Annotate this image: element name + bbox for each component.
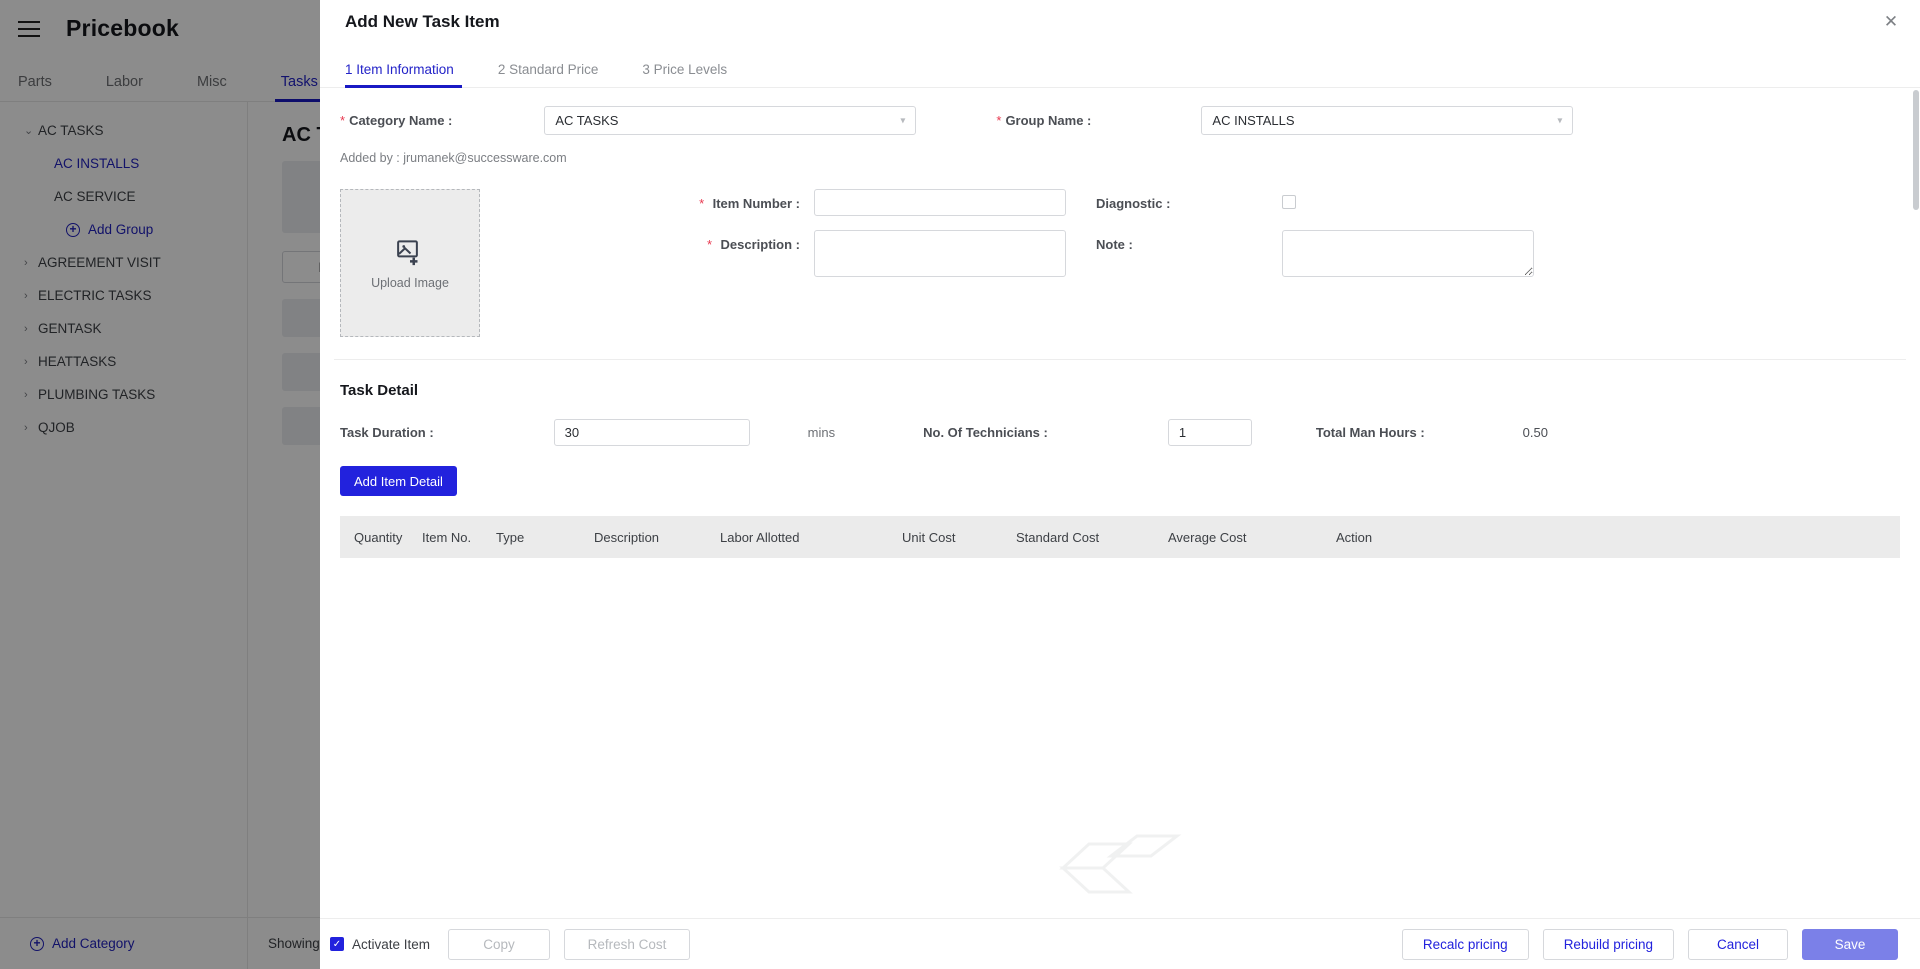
item-detail-table-header: Quantity Item No. Type Description Labor…	[340, 516, 1900, 558]
upload-image-dropzone[interactable]: Upload Image	[340, 189, 480, 337]
task-duration-label: Task Duration :	[340, 425, 434, 440]
copy-button[interactable]: Copy	[448, 928, 551, 960]
column-standard-cost: Standard Cost	[1016, 529, 1100, 545]
step-price-levels[interactable]: 3 Price Levels	[642, 62, 727, 87]
column-unit-cost: Unit Cost	[902, 529, 956, 545]
technicians-label: No. Of Technicians :	[923, 425, 1048, 440]
watermark-logo	[1059, 834, 1182, 894]
activate-item-checkbox[interactable]: ✓	[330, 937, 344, 951]
column-item-no: Item No.	[422, 529, 472, 545]
group-name-value: AC INSTALLS	[1212, 113, 1295, 128]
required-marker: *	[699, 196, 705, 211]
modal-scrollbar[interactable]	[1911, 88, 1920, 918]
category-name-value: AC TASKS	[555, 113, 619, 128]
modal-title: Add New Task Item	[345, 12, 500, 31]
category-name-select[interactable]: AC TASKS ▾	[544, 106, 917, 135]
diagnostic-wrap: Diagnostic :	[1082, 189, 1296, 213]
column-quantity: Quantity	[354, 529, 403, 545]
recalc-pricing-button[interactable]: Recalc pricing	[1401, 928, 1529, 960]
description-label: Description :	[720, 237, 800, 252]
save-button[interactable]: Save	[1802, 928, 1898, 960]
item-number-label-wrap: * Item Number :	[604, 189, 814, 213]
modal-body: * Category Name : AC TASKS ▾ * Group Nam…	[320, 88, 1920, 918]
column-average-cost: Average Cost	[1168, 529, 1247, 545]
modal-footer: ✓ Activate Item Copy Refresh Cost Recalc…	[320, 918, 1920, 969]
item-info-section: Upload Image * Item Number : Diagnostic …	[334, 189, 1906, 337]
modal-header: Add New Task Item ✕	[320, 0, 1920, 44]
added-by-text: Added by : jrumanek@successware.com	[340, 151, 567, 165]
refresh-cost-button[interactable]: Refresh Cost	[564, 928, 691, 960]
group-name-label: Group Name :	[1005, 113, 1092, 128]
note-input[interactable]	[1282, 230, 1534, 277]
activate-item-label: Activate Item	[352, 936, 431, 952]
description-input[interactable]	[814, 230, 1066, 277]
add-new-task-item-dialog: Add New Task Item ✕ 1 Item Information 2…	[320, 0, 1920, 969]
column-labor-allotted: Labor Allotted	[720, 529, 800, 545]
group-name-select[interactable]: AC INSTALLS ▾	[1201, 106, 1574, 135]
scrollbar-thumb[interactable]	[1913, 90, 1919, 210]
required-marker: *	[340, 113, 346, 128]
close-icon[interactable]: ✕	[1882, 13, 1900, 31]
rebuild-pricing-button[interactable]: Rebuild pricing	[1542, 928, 1674, 960]
column-type: Type	[496, 529, 525, 545]
chevron-down-icon: ▾	[900, 115, 906, 126]
add-item-detail-button[interactable]: Add Item Detail	[340, 466, 457, 496]
total-man-hours-label: Total Man Hours :	[1315, 425, 1425, 440]
diagnostic-label: Diagnostic :	[1096, 196, 1171, 211]
task-duration-input[interactable]	[553, 419, 750, 446]
task-detail-heading: Task Detail	[340, 382, 419, 399]
required-marker: *	[996, 113, 1002, 128]
cancel-button[interactable]: Cancel	[1688, 928, 1788, 960]
upload-image-label: Upload Image	[371, 275, 449, 290]
technicians-input[interactable]	[1167, 419, 1252, 446]
duration-unit-label: mins	[807, 425, 836, 440]
image-upload-icon	[397, 239, 418, 265]
category-name-label: Category Name :	[349, 113, 453, 128]
required-marker: *	[707, 237, 713, 252]
column-description: Description	[594, 529, 660, 545]
section-divider	[334, 359, 1906, 360]
item-number-row: * Item Number : Diagnostic :	[604, 189, 1534, 216]
total-man-hours-value: 0.50	[1522, 425, 1548, 440]
column-action: Action	[1336, 529, 1373, 545]
note-label: Note :	[1096, 237, 1133, 252]
description-label-wrap: * Description :	[604, 230, 814, 254]
category-group-row: * Category Name : AC TASKS ▾ * Group Nam…	[334, 106, 1906, 135]
note-wrap: Note :	[1082, 230, 1534, 277]
step-tabs: 1 Item Information 2 Standard Price 3 Pr…	[320, 44, 1920, 88]
item-number-label: Item Number :	[712, 196, 800, 211]
task-detail-row: Task Duration : mins No. Of Technicians …	[334, 419, 1906, 446]
item-number-input[interactable]	[814, 189, 1066, 216]
diagnostic-checkbox[interactable]	[1282, 195, 1296, 209]
description-row: * Description : Note :	[604, 230, 1534, 277]
step-standard-price[interactable]: 2 Standard Price	[498, 62, 599, 87]
chevron-down-icon: ▾	[1557, 115, 1563, 126]
step-item-information[interactable]: 1 Item Information	[345, 62, 462, 88]
item-fields: * Item Number : Diagnostic : * Descripti…	[604, 189, 1534, 337]
